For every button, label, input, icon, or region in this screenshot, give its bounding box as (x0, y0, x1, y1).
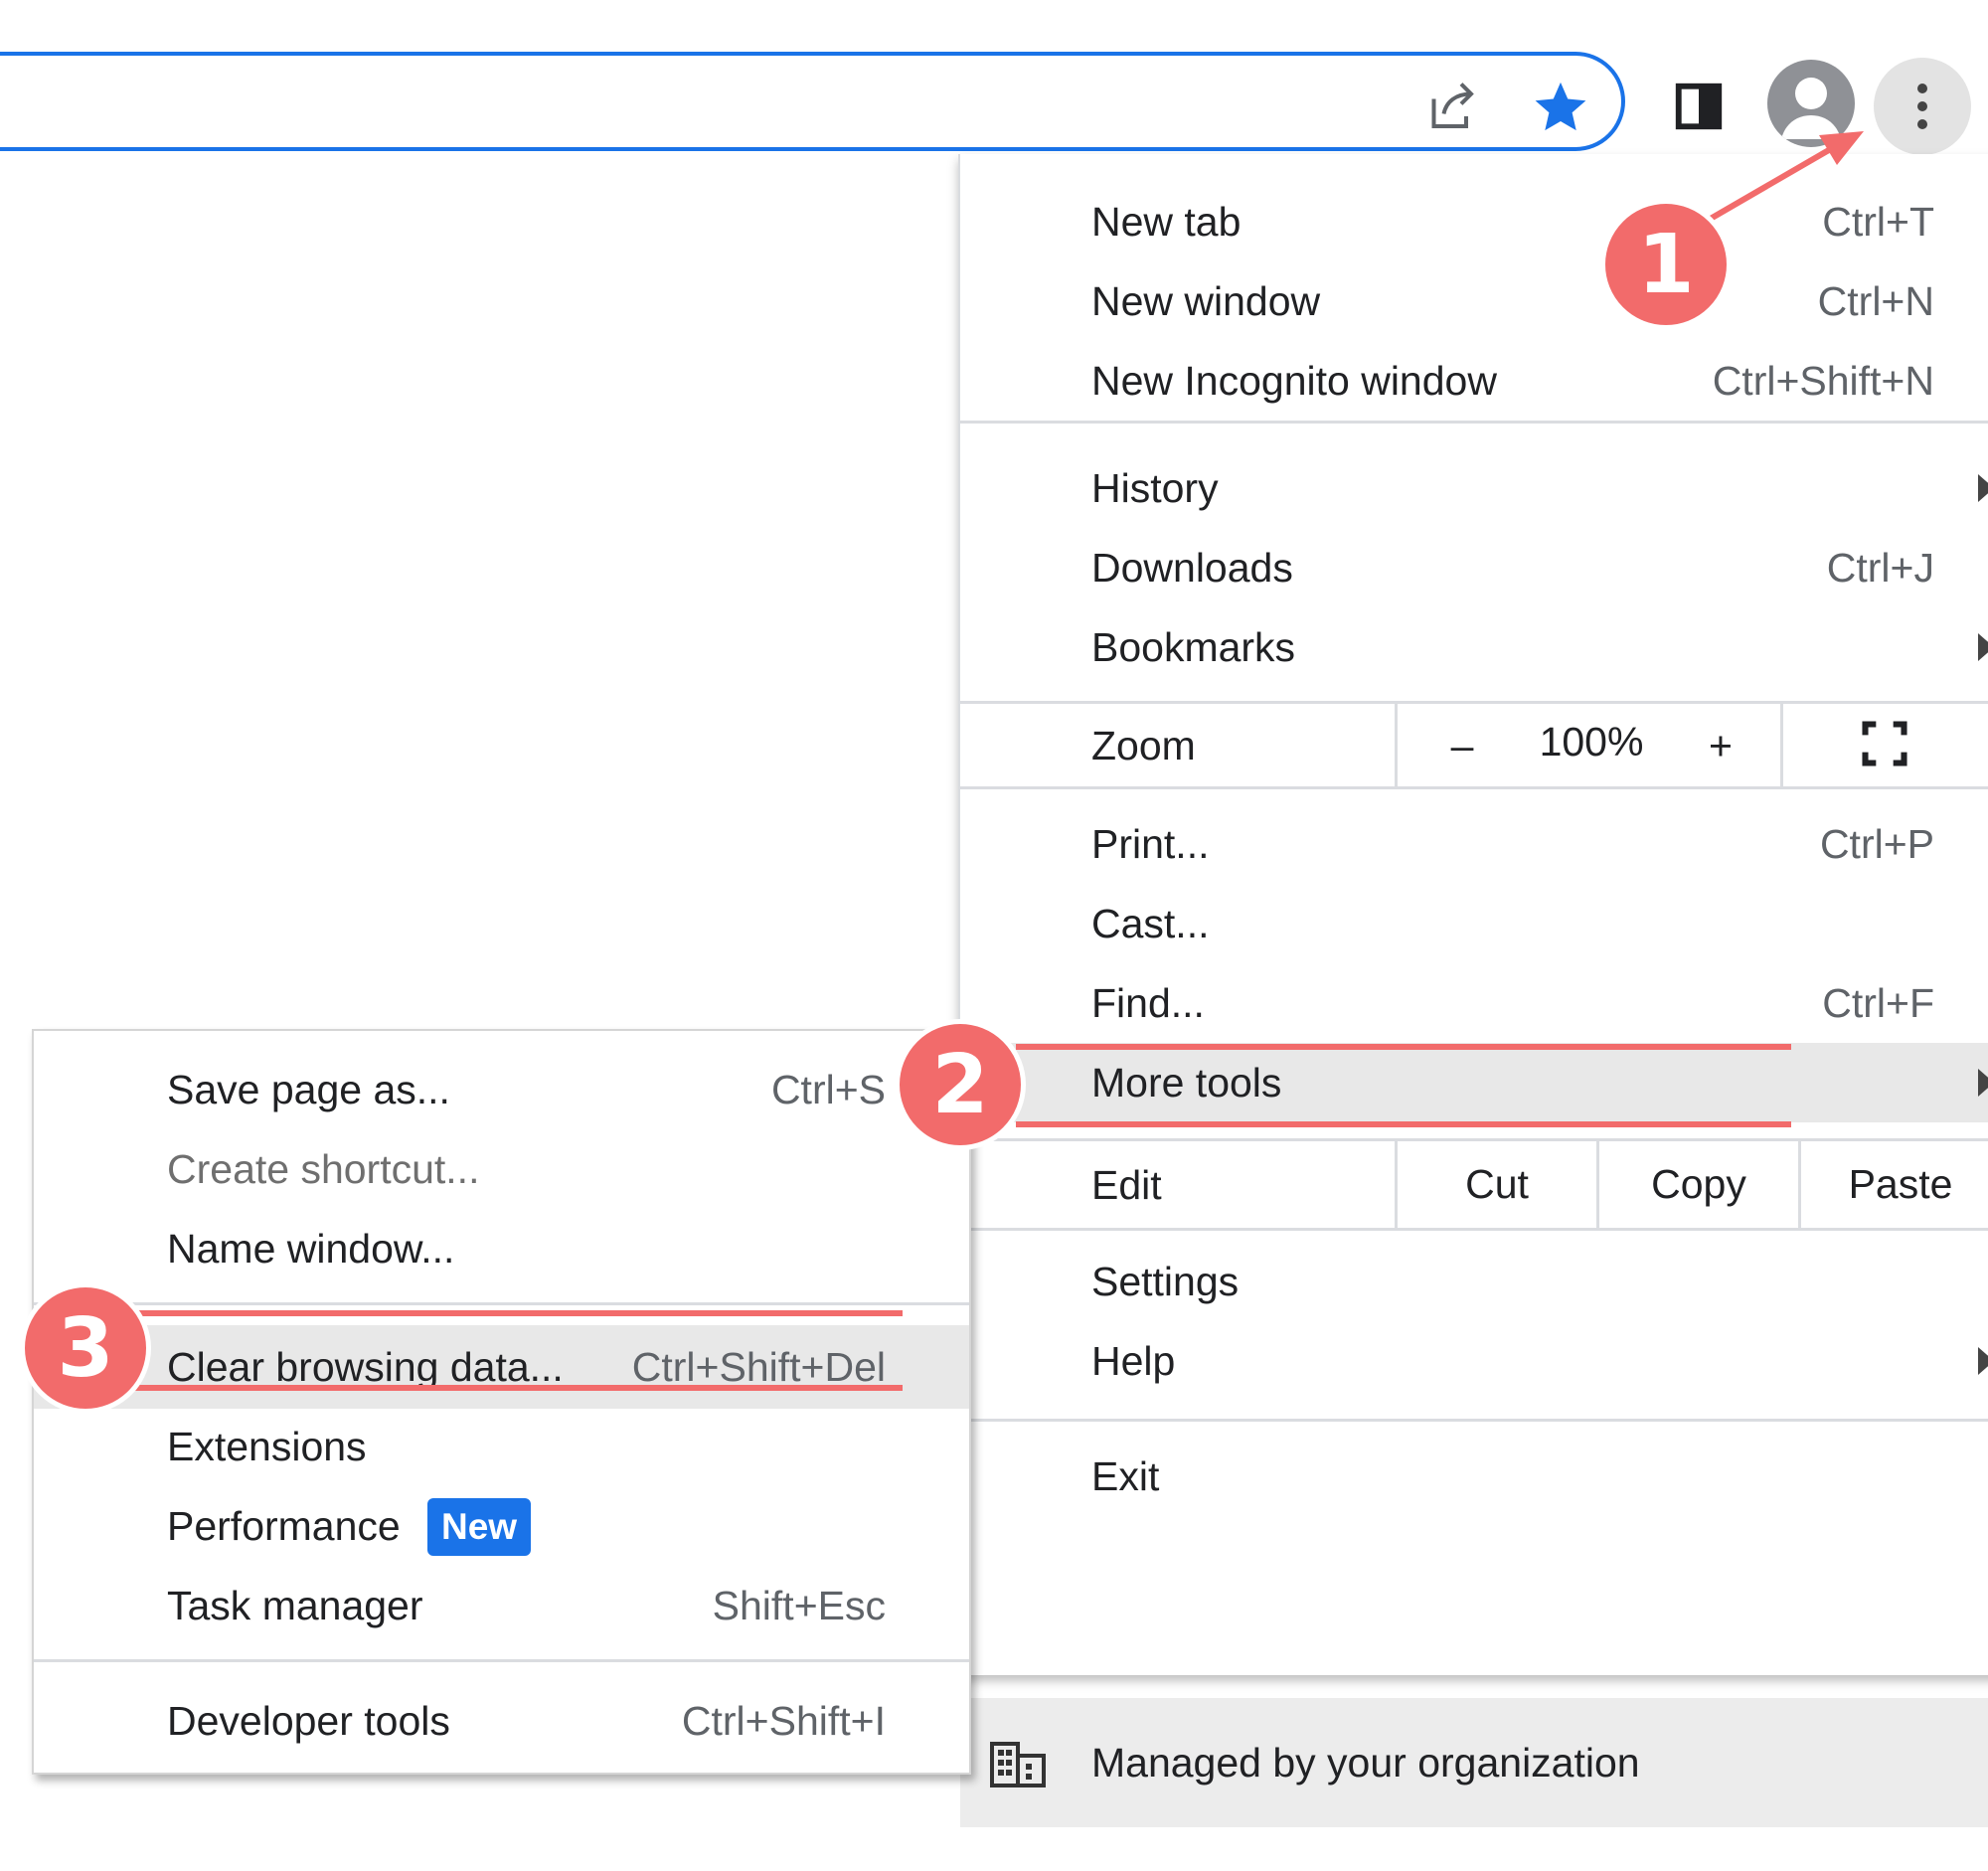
step-2-marker: 2 (895, 1019, 1026, 1150)
step-1-marker: 1 (1600, 199, 1732, 330)
step-3-marker: 3 (20, 1282, 151, 1414)
highlight-line-bottom (1016, 1121, 1791, 1127)
highlight-line-bottom (135, 1385, 903, 1391)
highlight-line-top (1016, 1044, 1791, 1050)
highlight-line-top (135, 1310, 903, 1316)
